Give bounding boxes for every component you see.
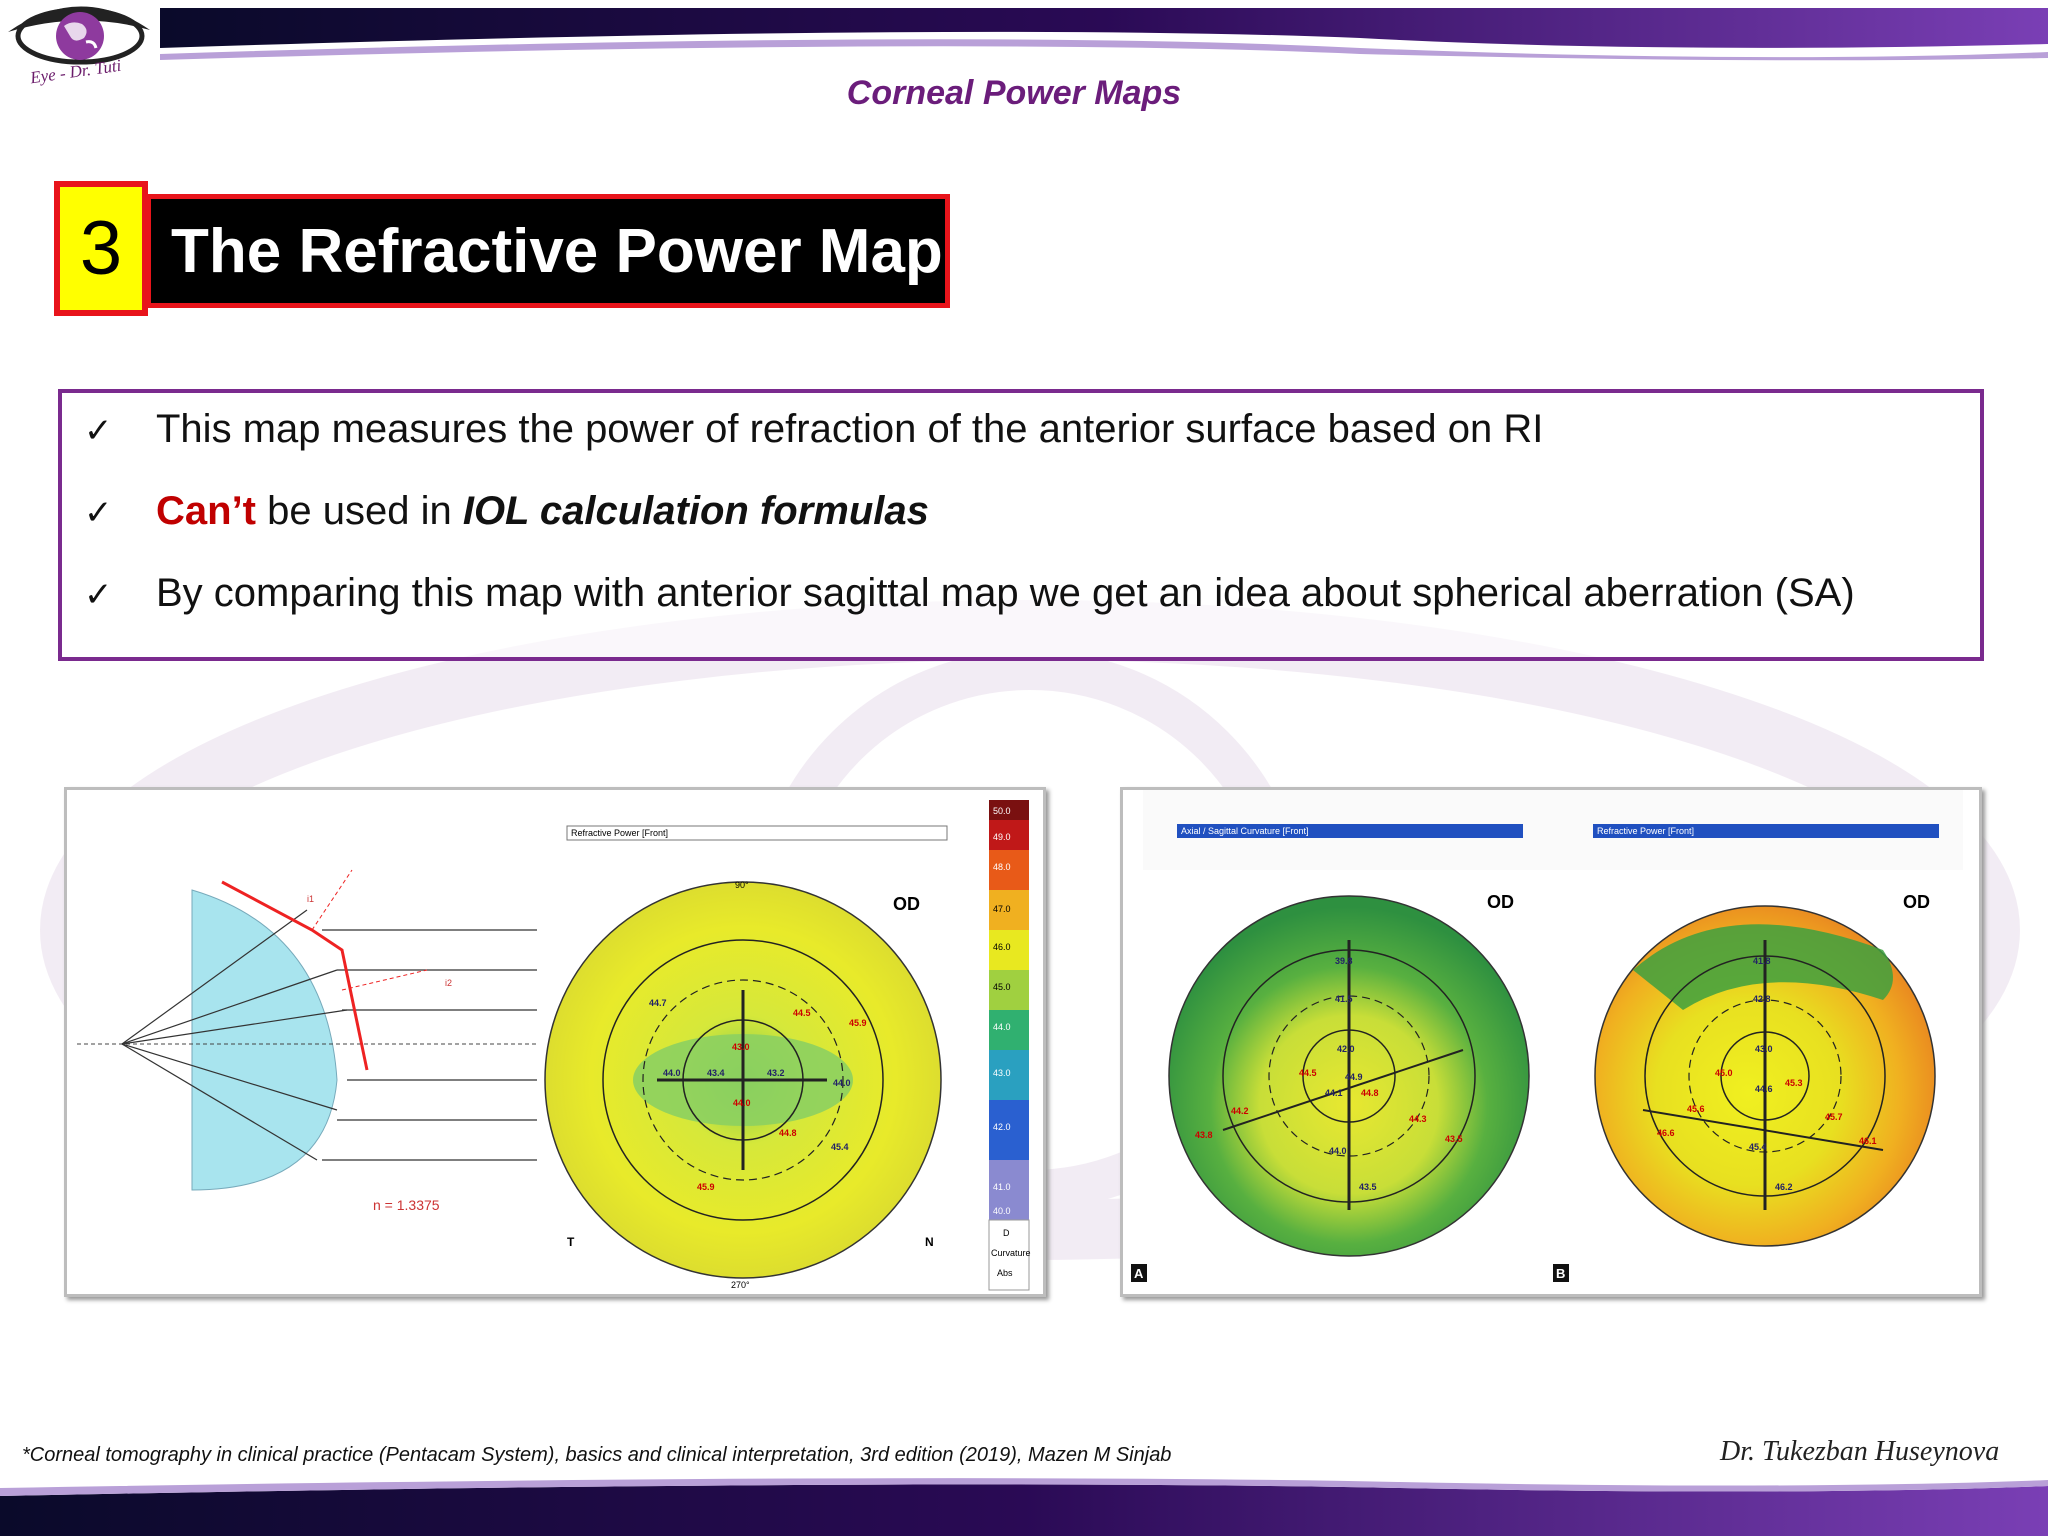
refractive-power-figure: i1 i2 n = 1.3375 Refractive Power [Front… bbox=[64, 787, 1046, 1297]
map-a-value: 44.0 bbox=[1329, 1146, 1347, 1156]
map-value: 45.9 bbox=[697, 1182, 715, 1192]
checkmark-icon: ✓ bbox=[84, 493, 113, 533]
map-b-value: 44.6 bbox=[1755, 1084, 1773, 1094]
section-title: The Refractive Power Map bbox=[171, 216, 943, 286]
map-b-value: 45.0 bbox=[1715, 1068, 1733, 1078]
map-b-value: 43.0 bbox=[1755, 1044, 1773, 1054]
bullet-list-box: ✓ This map measures the power of refracti… bbox=[58, 389, 1984, 661]
map-a-value: 39.8 bbox=[1335, 956, 1353, 966]
scale-label: 41.0 bbox=[993, 1182, 1011, 1192]
bullet-text: By comparing this map with anterior sagi… bbox=[156, 571, 1855, 615]
map-a-value: 44.8 bbox=[1361, 1088, 1379, 1098]
scale-abs: Abs bbox=[997, 1268, 1013, 1278]
map-a-value: 44.2 bbox=[1231, 1106, 1249, 1116]
map-a-dropdown[interactable]: Axial / Sagittal Curvature [Front] bbox=[1181, 826, 1309, 836]
checkmark-icon: ✓ bbox=[84, 575, 113, 615]
comparison-maps-drawing: Axial / Sagittal Curvature [Front] Refra… bbox=[1131, 790, 1963, 1282]
axis-t-label: T bbox=[567, 1235, 575, 1249]
bullet-text: This map measures the power of refractio… bbox=[156, 407, 1544, 451]
bullet-emphasis-bold-italic: IOL calculation formulas bbox=[462, 489, 929, 533]
deg-270-label: 270° bbox=[731, 1280, 750, 1290]
map-a-value: 44.5 bbox=[1299, 1068, 1317, 1078]
page-header-title: Corneal Power Maps bbox=[846, 74, 1182, 112]
section-title-box: The Refractive Power Map bbox=[146, 194, 950, 308]
map-b-value: 46.1 bbox=[1859, 1136, 1877, 1146]
map-value: 43.2 bbox=[767, 1068, 785, 1078]
refractive-index-label: n = 1.3375 bbox=[373, 1197, 440, 1213]
map-a-value: 43.8 bbox=[1195, 1130, 1213, 1140]
map-b-value: 45.4 bbox=[1749, 1142, 1767, 1152]
map-b-value: 45.3 bbox=[1785, 1078, 1803, 1088]
map-value: 45.9 bbox=[849, 1018, 867, 1028]
deg-90-label: 90° bbox=[735, 880, 749, 890]
scale-label: 40.0 bbox=[993, 1206, 1011, 1216]
bullet-item: ✓ This map measures the power of refracti… bbox=[84, 407, 1543, 452]
map-a-value: 44.9 bbox=[1345, 1072, 1363, 1082]
map-value: 44.0 bbox=[663, 1068, 681, 1078]
map-value: 44.7 bbox=[649, 998, 667, 1008]
bullet-item: ✓ Can’t be used in IOL calculation formul… bbox=[84, 489, 929, 534]
map-b-value: 46.2 bbox=[1775, 1182, 1793, 1192]
map-b-value: 45.7 bbox=[1825, 1112, 1843, 1122]
section-number: 3 bbox=[79, 206, 123, 291]
comparison-maps-figure: Axial / Sagittal Curvature [Front] Refra… bbox=[1120, 787, 1982, 1297]
map-b-value: 45.6 bbox=[1687, 1104, 1705, 1114]
scale-mode: Curvature bbox=[991, 1248, 1031, 1258]
map-value: 43.4 bbox=[707, 1068, 725, 1078]
scale-unit: D bbox=[1003, 1228, 1010, 1238]
map-a-value: 44.3 bbox=[1409, 1114, 1427, 1124]
map-a-value: 43.5 bbox=[1359, 1182, 1377, 1192]
checkmark-icon: ✓ bbox=[84, 411, 113, 451]
footer-gradient-band bbox=[0, 1478, 2048, 1536]
map-b-value: 42.8 bbox=[1753, 994, 1771, 1004]
scale-label: 43.0 bbox=[993, 1068, 1011, 1078]
page-header: Corneal Power Maps bbox=[0, 74, 2048, 113]
bullet-text: be used in bbox=[256, 489, 463, 533]
i1-label: i1 bbox=[307, 894, 314, 904]
map-a-value: 43.5 bbox=[1445, 1134, 1463, 1144]
scale-label: 50.0 bbox=[993, 806, 1011, 816]
map-b-dropdown[interactable]: Refractive Power [Front] bbox=[1597, 826, 1694, 836]
scale-label: 42.0 bbox=[993, 1122, 1011, 1132]
i2-label: i2 bbox=[445, 978, 452, 988]
author-name: Dr. Tukezban Huseynova bbox=[1720, 1436, 2000, 1467]
citation: *Corneal tomography in clinical practice… bbox=[22, 1444, 1172, 1466]
scale-label: 47.0 bbox=[993, 904, 1011, 914]
map-dropdown: Refractive Power [Front] bbox=[571, 828, 668, 838]
map-b-value: 46.6 bbox=[1657, 1128, 1675, 1138]
map-value: 43.0 bbox=[732, 1042, 750, 1052]
map-a-value: 42.0 bbox=[1337, 1044, 1355, 1054]
map-value: 44.0 bbox=[733, 1098, 751, 1108]
eye-label: OD bbox=[893, 894, 920, 914]
map-value: 44.5 bbox=[793, 1008, 811, 1018]
header-gradient-band bbox=[160, 8, 2048, 61]
scale-label: 46.0 bbox=[993, 942, 1011, 952]
eye-label-b: OD bbox=[1903, 892, 1930, 912]
map-value: 44.8 bbox=[779, 1128, 797, 1138]
map-a-value: 44.1 bbox=[1325, 1088, 1343, 1098]
scale-label: 48.0 bbox=[993, 862, 1011, 872]
color-scale bbox=[988, 800, 1030, 1291]
panel-a-label: A bbox=[1134, 1266, 1144, 1281]
axis-n-label: N bbox=[925, 1235, 934, 1249]
refractive-power-figure-drawing: i1 i2 n = 1.3375 Refractive Power [Front… bbox=[77, 790, 1031, 1294]
panel-b-label: B bbox=[1556, 1266, 1565, 1281]
map-a-value: 41.5 bbox=[1335, 994, 1353, 1004]
eye-label-a: OD bbox=[1487, 892, 1514, 912]
map-value: 45.4 bbox=[831, 1142, 849, 1152]
map-value: 44.0 bbox=[833, 1078, 851, 1088]
bullet-emphasis-red: Can’t bbox=[156, 489, 256, 533]
bullet-item: ✓ By comparing this map with anterior sag… bbox=[84, 571, 1855, 616]
section-number-badge: 3 bbox=[54, 181, 148, 316]
scale-label: 44.0 bbox=[993, 1022, 1011, 1032]
map-b-value: 41.8 bbox=[1753, 956, 1771, 966]
scale-label: 45.0 bbox=[993, 982, 1011, 992]
scale-label: 49.0 bbox=[993, 832, 1011, 842]
